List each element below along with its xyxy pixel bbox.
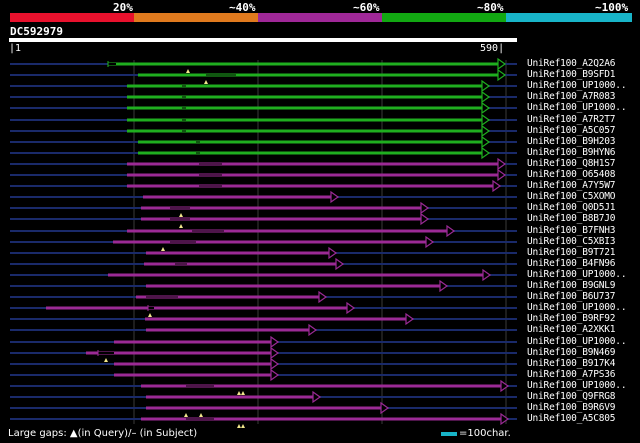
hit-arrowhead bbox=[335, 257, 345, 271]
footer-legend-text: Large gaps: ▲(in Query)/– (in Subject) bbox=[8, 428, 198, 439]
hit-label-link[interactable]: UniRef100_A7PS36 bbox=[527, 369, 616, 380]
hit-label-link[interactable]: UniRef100_Q8H1S7 bbox=[527, 158, 616, 169]
hit-arrowhead bbox=[500, 412, 510, 426]
hit-arrowhead bbox=[318, 290, 328, 304]
query-gap-marker bbox=[237, 424, 241, 428]
hit-arrowhead bbox=[497, 68, 507, 82]
hit-arrowhead bbox=[481, 113, 491, 127]
hit-label-link[interactable]: UniRef100_B9SFD1 bbox=[527, 69, 616, 80]
hit-arrowhead bbox=[497, 168, 507, 182]
query-gap-marker bbox=[204, 80, 208, 84]
hit-label-link[interactable]: UniRef100_B917K4 bbox=[527, 358, 616, 369]
hit-arrowhead bbox=[328, 246, 338, 260]
hit-arrowhead bbox=[481, 101, 491, 115]
query-gap-marker bbox=[237, 391, 241, 395]
hit-label-link[interactable]: UniRef100_A2Q2A6 bbox=[527, 58, 616, 69]
hit-arrowhead bbox=[481, 135, 491, 149]
hit-arrowhead bbox=[308, 323, 318, 337]
hit-arrowhead bbox=[312, 390, 322, 404]
hit-arrowhead bbox=[380, 401, 390, 415]
hit-arrowhead bbox=[346, 301, 356, 315]
hit-label-link[interactable]: UniRef100_A7R2T7 bbox=[527, 114, 616, 125]
hit-label-link[interactable]: UniRef100_Q0D5J1 bbox=[527, 202, 616, 213]
hit-arrowhead bbox=[481, 90, 491, 104]
hit-label-link[interactable]: UniRef100_C5XOMO bbox=[527, 191, 616, 202]
hit-arrowhead bbox=[481, 79, 491, 93]
hit-label-link[interactable]: UniRef100_A5C805 bbox=[527, 413, 616, 424]
hit-label-link[interactable]: UniRef100_A7Y5W7 bbox=[527, 180, 616, 191]
blast-hit-viewer: 20% ~40% ~60% ~80% ~100% DC592979 |1 590… bbox=[0, 0, 640, 443]
hit-arrowhead bbox=[270, 357, 280, 371]
hit-label-link[interactable]: UniRef100_O65408 bbox=[527, 169, 616, 180]
hit-arrowhead bbox=[425, 235, 435, 249]
hit-label-link[interactable]: UniRef100_A2XKK1 bbox=[527, 324, 616, 335]
hit-label-link[interactable]: UniRef100_B9N469 bbox=[527, 347, 616, 358]
query-gap-marker bbox=[241, 391, 245, 395]
hit-arrowhead bbox=[270, 368, 280, 382]
hit-label-link[interactable]: UniRef100_UP1000.. bbox=[527, 102, 627, 113]
query-gap-marker bbox=[179, 213, 183, 217]
hit-label-link[interactable]: UniRef100_B9T721 bbox=[527, 247, 616, 258]
hit-label-link[interactable]: UniRef100_Q9FRG8 bbox=[527, 391, 616, 402]
hit-label-link[interactable]: UniRef100_B7FNH3 bbox=[527, 225, 616, 236]
hit-label-link[interactable]: UniRef100_UP1000.. bbox=[527, 302, 627, 313]
query-gap-marker bbox=[179, 224, 183, 228]
hit-label-link[interactable]: UniRef100_B6U737 bbox=[527, 291, 616, 302]
hit-arrowhead bbox=[420, 201, 430, 215]
query-gap-marker bbox=[148, 313, 152, 317]
hit-arrowhead bbox=[497, 57, 507, 71]
hit-label-link[interactable]: UniRef100_B8B7J0 bbox=[527, 213, 616, 224]
hit-label-link[interactable]: UniRef100_C5XBI3 bbox=[527, 236, 616, 247]
hit-arrowhead bbox=[481, 124, 491, 138]
hit-label-link[interactable]: UniRef100_A7R083 bbox=[527, 91, 616, 102]
hit-arrowhead bbox=[446, 224, 456, 238]
hit-arrowhead bbox=[492, 179, 502, 193]
hit-arrowhead bbox=[405, 312, 415, 326]
hit-label-link[interactable]: UniRef100_UP1000.. bbox=[527, 269, 627, 280]
hit-label-link[interactable]: UniRef100_B9RF92 bbox=[527, 313, 616, 324]
hit-label-link[interactable]: UniRef100_A5C057 bbox=[527, 125, 616, 136]
hit-label-link[interactable]: UniRef100_UP1000.. bbox=[527, 80, 627, 91]
hit-arrowhead bbox=[270, 335, 280, 349]
hit-arrowhead bbox=[420, 212, 430, 226]
hit-label-link[interactable]: UniRef100_B9GNL9 bbox=[527, 280, 616, 291]
hit-label-link[interactable]: UniRef100_B9HYN6 bbox=[527, 147, 616, 158]
hit-arrowhead bbox=[270, 346, 280, 360]
hit-arrowhead bbox=[482, 268, 492, 282]
query-gap-marker bbox=[184, 413, 188, 417]
hit-arrowhead bbox=[481, 146, 491, 160]
query-gap-marker bbox=[161, 247, 165, 251]
hit-label-link[interactable]: UniRef100_B4FN96 bbox=[527, 258, 616, 269]
query-gap-marker bbox=[241, 424, 245, 428]
hit-arrowhead bbox=[497, 157, 507, 171]
query-gap-marker bbox=[199, 413, 203, 417]
hit-label-link[interactable]: UniRef100_B9R6V9 bbox=[527, 402, 616, 413]
scale-key-bar bbox=[441, 432, 457, 436]
hit-label-link[interactable]: UniRef100_UP1000.. bbox=[527, 380, 627, 391]
hit-arrowhead bbox=[330, 190, 340, 204]
hit-arrowhead bbox=[500, 379, 510, 393]
query-gap-marker bbox=[104, 358, 108, 362]
hit-label-link[interactable]: UniRef100_UP1000.. bbox=[527, 336, 627, 347]
query-gap-marker bbox=[186, 69, 190, 73]
hit-label-link[interactable]: UniRef100_B9H203 bbox=[527, 136, 616, 147]
hit-arrowhead bbox=[439, 279, 449, 293]
scale-key-label: =100char. bbox=[459, 428, 511, 439]
